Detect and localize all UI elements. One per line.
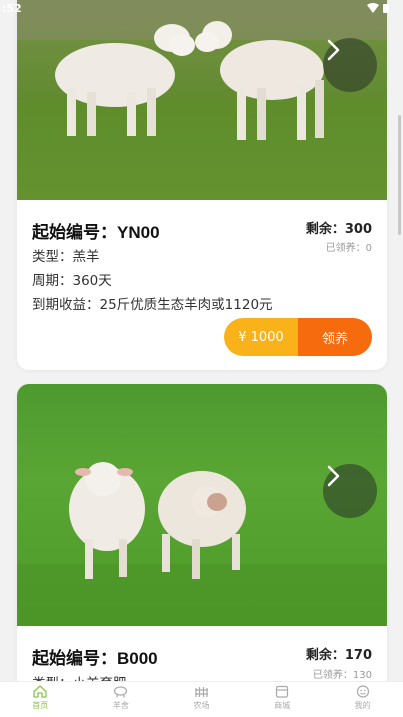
sheep-icon xyxy=(114,686,128,698)
adopted-count: 已领养：0 xyxy=(325,243,372,254)
status-time: :52 xyxy=(2,2,22,15)
status-bar: :52 xyxy=(0,0,403,18)
tab-shop[interactable]: 商城 xyxy=(242,682,323,717)
tab-label: 农场 xyxy=(193,701,210,710)
battery-icon xyxy=(383,4,389,13)
tab-label: 我的 xyxy=(354,701,371,710)
tab-label: 商城 xyxy=(274,701,291,710)
product-code: 起始编号：YN00 xyxy=(32,223,160,242)
product-period: 周期：360天 xyxy=(32,273,112,289)
scrollbar[interactable] xyxy=(398,115,401,235)
tab-home[interactable]: 首页 xyxy=(0,682,81,717)
product-code: 起始编号：B000 xyxy=(32,649,158,668)
chevron-right-icon xyxy=(327,39,340,61)
action-group: ¥ 1000 领养 xyxy=(224,318,372,356)
lamb-photo xyxy=(17,0,387,200)
next-image-button[interactable] xyxy=(323,38,377,92)
adopt-button[interactable]: 领养 xyxy=(298,318,372,356)
shop-icon xyxy=(275,685,289,698)
wifi-icon xyxy=(367,3,379,13)
tab-farm[interactable]: 农场 xyxy=(161,682,242,717)
profile-icon xyxy=(356,685,369,698)
remaining-count: 剩余：170 xyxy=(305,648,372,663)
product-reward: 到期收益：25斤优质生态羊肉或1120元 xyxy=(32,297,273,313)
product-list[interactable]: 起始编号：YN00 剩余：300 已领养：0 类型：羔羊 周期：360天 到期收… xyxy=(0,0,403,681)
product-type: 类型：羔羊 xyxy=(32,249,100,265)
price-button[interactable]: ¥ 1000 xyxy=(224,318,298,356)
product-type: 类型：小羊育肥 xyxy=(32,672,127,681)
tab-sheep[interactable]: 羊舍 xyxy=(81,682,162,717)
tab-profile[interactable]: 我的 xyxy=(322,682,403,717)
remaining-count: 剩余：300 xyxy=(305,222,372,237)
home-icon xyxy=(33,685,47,698)
status-icons xyxy=(367,3,389,13)
product-card[interactable]: 起始编号：YN00 剩余：300 已领养：0 类型：羔羊 周期：360天 到期收… xyxy=(17,0,387,370)
adopted-count: 已领养：130 xyxy=(312,670,372,681)
product-card[interactable]: 起始编号：B000 剩余：170 已领养：130 类型：小羊育肥 xyxy=(17,384,387,681)
tab-label: 羊舍 xyxy=(112,701,129,710)
lamb-photo xyxy=(17,384,387,626)
fence-icon xyxy=(194,687,208,697)
tab-label: 首页 xyxy=(32,701,49,710)
bottom-tab-bar: 首页 羊舍 农场 商城 我的 xyxy=(0,681,403,717)
next-image-button[interactable] xyxy=(323,464,377,518)
chevron-right-icon xyxy=(327,465,340,487)
